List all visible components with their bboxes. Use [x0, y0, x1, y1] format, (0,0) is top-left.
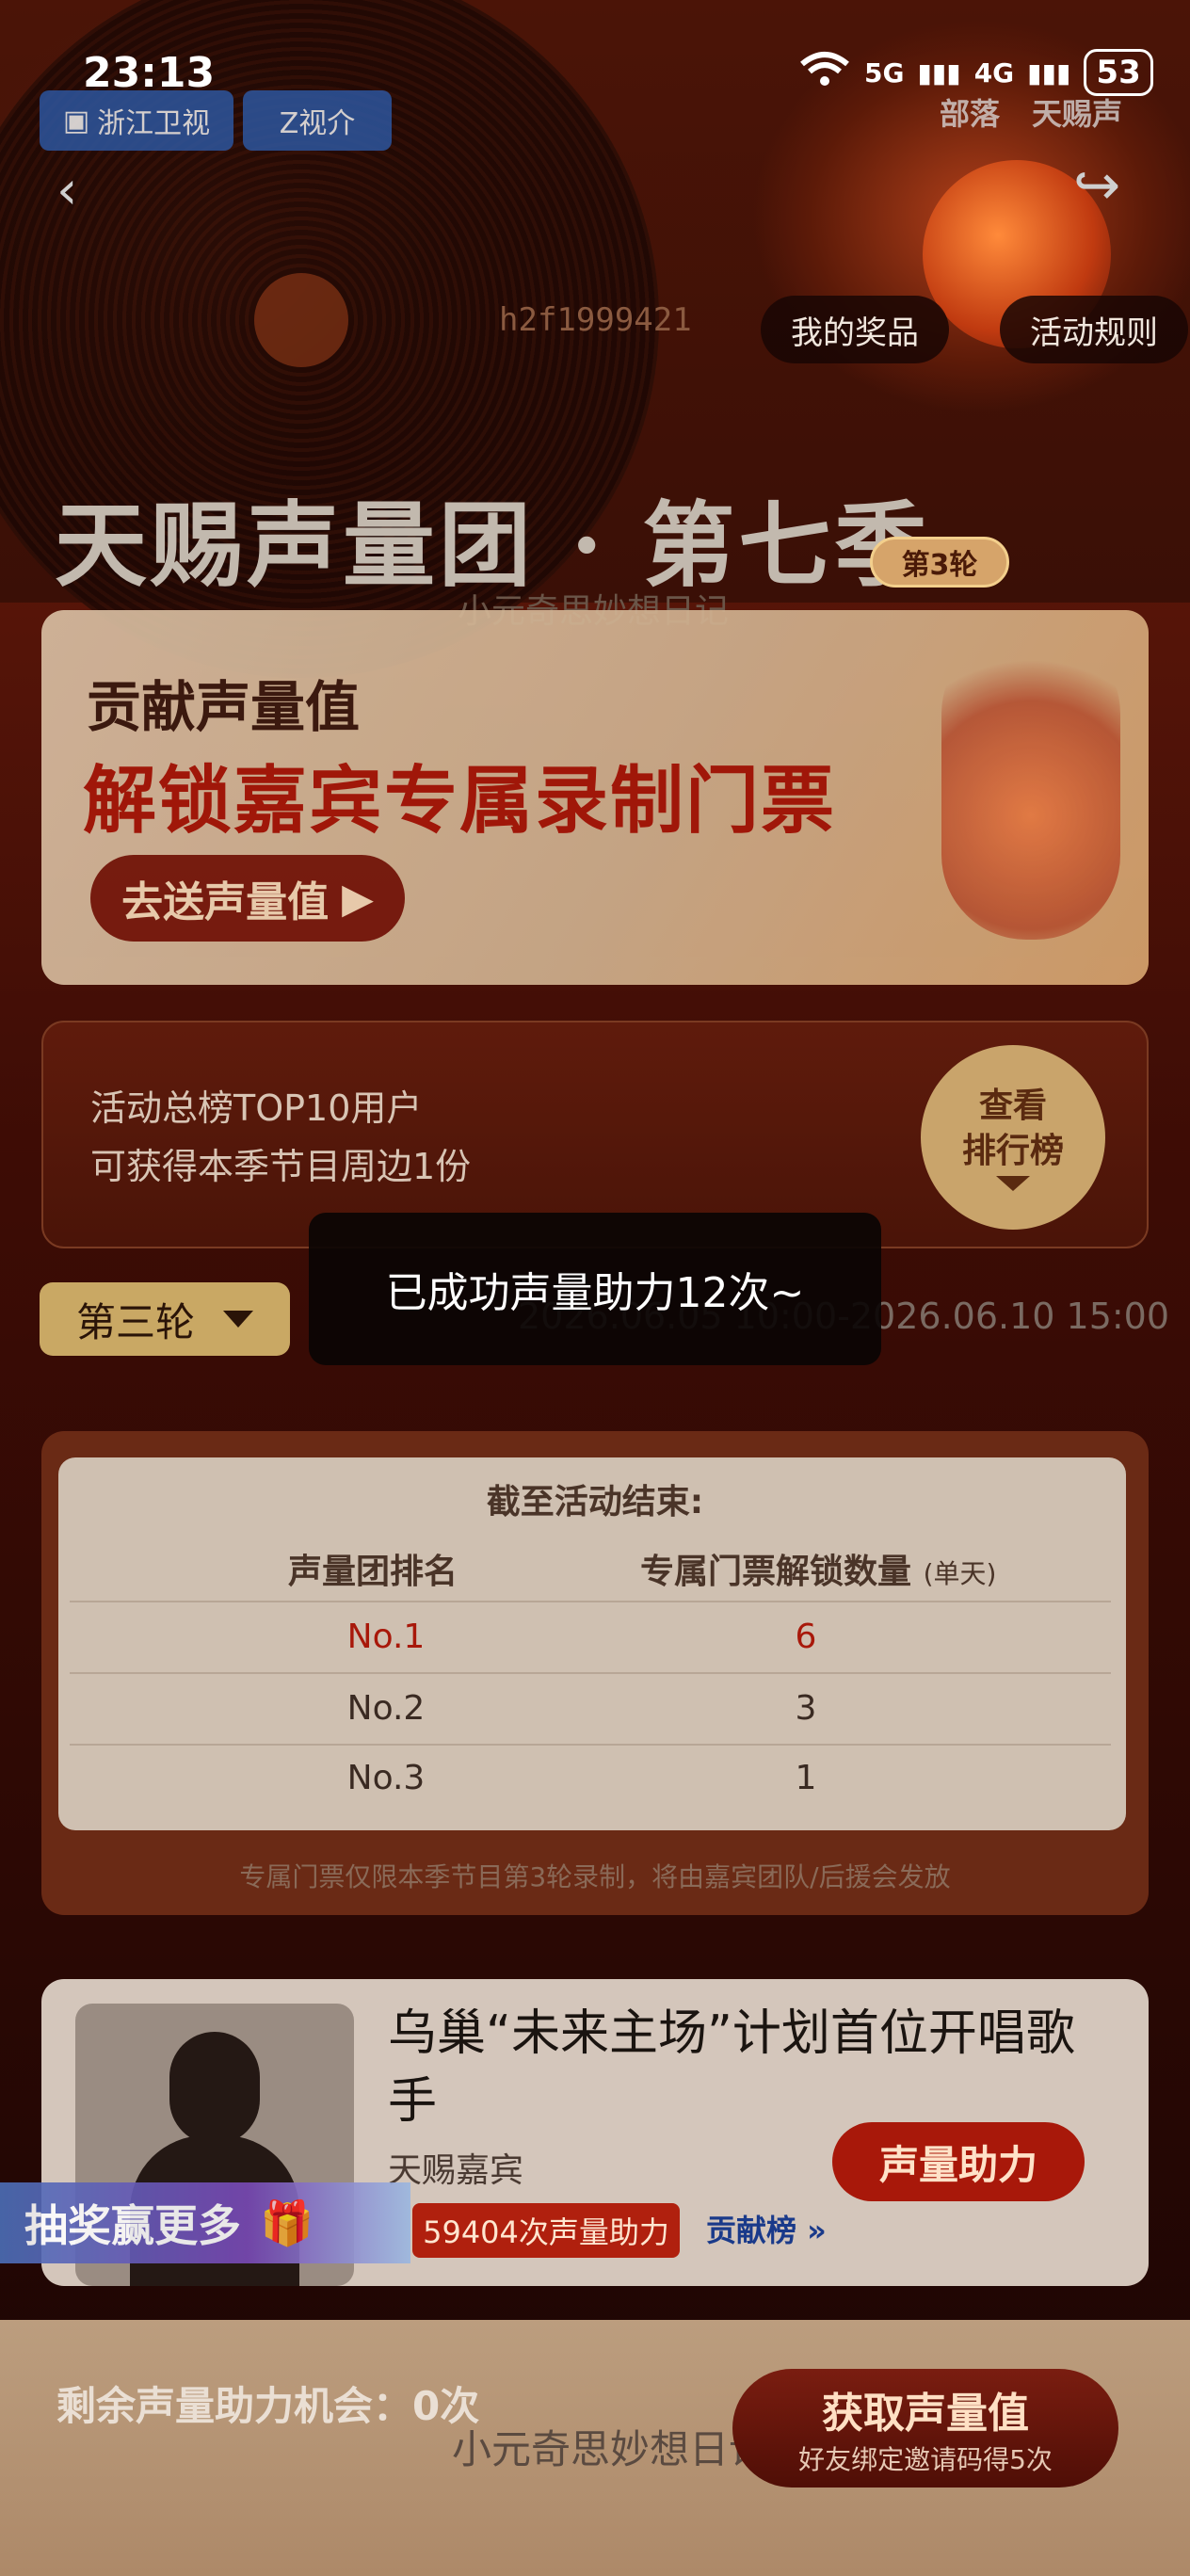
- ticket-table-title: 截至活动结束:: [486, 1483, 704, 1521]
- tiancisheng-logo: 天赐声: [1032, 96, 1123, 132]
- leaderboard-text: 活动总榜TOP10用户 可获得本季节目周边1份: [90, 1079, 471, 1196]
- rules-button[interactable]: 活动规则: [1000, 296, 1188, 363]
- lottery-banner[interactable]: 抽奖赢更多 🎁: [0, 2182, 410, 2263]
- round-badge: 第3轮: [870, 537, 1009, 588]
- status-icons: 5G ▮▮▮ 4G ▮▮▮ 53: [798, 49, 1153, 96]
- ticket-table-note: 专属门票仅限本季节目第3轮录制，将由嘉宾团队/后援会发放: [239, 1861, 951, 1892]
- promo-card: 贡献声量值 解锁嘉宾专属录制门票 去送声量值 ▶: [41, 610, 1149, 985]
- signal-5g-label: 5G: [864, 56, 905, 89]
- my-prizes-button[interactable]: 我的奖品: [761, 296, 949, 363]
- leaderboard-line1: 活动总榜TOP10用户: [90, 1087, 423, 1129]
- gift-icon: 🎁: [260, 2197, 314, 2248]
- send-value-button[interactable]: 去送声量值 ▶: [90, 855, 405, 942]
- singer-name: 乌巢“未来主场”计划首位开唱歌手: [388, 2005, 1075, 2130]
- get-value-button[interactable]: 获取声量值 好友绑定邀请码得5次: [732, 2369, 1118, 2487]
- signal-4g-label: 4G: [973, 56, 1015, 89]
- chevron-down-icon: [996, 1176, 1030, 1191]
- table-row: [70, 1672, 1111, 1742]
- back-arrow-icon[interactable]: ‹: [56, 160, 77, 221]
- view-ranking-button[interactable]: 查看 排行榜: [921, 1045, 1105, 1230]
- wifi-icon: [798, 51, 851, 95]
- col-header-rank: 声量团排名: [288, 1553, 458, 1591]
- promo-line1: 贡献声量值: [87, 675, 361, 739]
- table-row: [70, 1744, 1111, 1813]
- count-cell: 3: [795, 1689, 817, 1728]
- share-icon[interactable]: ↪: [1073, 153, 1120, 218]
- rank-cell: No.1: [346, 1618, 426, 1656]
- help-count-badge: 59404次声量助力: [412, 2203, 680, 2258]
- signal-bars-icon: ▮▮▮: [1027, 56, 1071, 89]
- contribution-rank-link[interactable]: 贡献榜 »: [706, 2207, 827, 2250]
- voice-help-button[interactable]: 声量助力: [832, 2122, 1085, 2201]
- col-header-count: 专属门票解锁数量 (单天): [640, 1553, 997, 1591]
- table-row: [70, 1601, 1111, 1670]
- col-header-unit: (单天): [923, 1558, 997, 1589]
- round-dropdown[interactable]: 第三轮: [40, 1282, 290, 1356]
- play-triangle-icon: ▶: [342, 874, 374, 923]
- toast-message: 已成功声量助力12次~: [309, 1213, 881, 1365]
- count-cell: 6: [795, 1618, 817, 1656]
- promo-line2: 解锁嘉宾专属录制门票: [83, 759, 837, 844]
- chevron-down-icon: [223, 1311, 253, 1328]
- count-cell: 1: [795, 1759, 817, 1797]
- tv-logo-icon: ▣: [62, 104, 90, 137]
- buluo-logo: 部落: [940, 96, 1001, 132]
- signal-bars-icon: ▮▮▮: [917, 56, 961, 89]
- rank-cell: No.2: [346, 1689, 426, 1728]
- battery-indicator: 53: [1084, 49, 1153, 96]
- bottom-watermark: 小元奇思妙想日记: [452, 2426, 769, 2472]
- zhejiang-tv-logo: ▣ 浙江卫视: [40, 90, 233, 151]
- silhouette-head: [169, 2032, 260, 2145]
- treble-clef-graphic: [941, 629, 1120, 940]
- leaderboard-line2: 可获得本季节目周边1份: [90, 1146, 472, 1187]
- zshijie-logo: Z视介: [243, 90, 392, 151]
- rank-cell: No.3: [346, 1759, 426, 1797]
- remaining-chances: 剩余声量助力机会：0次: [56, 2383, 480, 2429]
- serial-watermark: h2f1999421: [499, 301, 692, 339]
